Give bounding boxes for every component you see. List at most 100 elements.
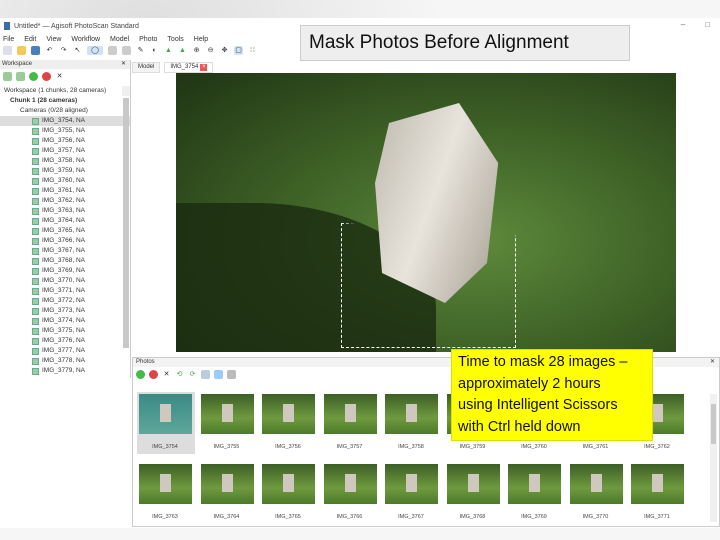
photo-thumbnail[interactable] [139, 464, 192, 504]
save-icon[interactable] [31, 46, 40, 55]
photo-thumbnail[interactable] [200, 464, 254, 504]
rotate-right-icon[interactable]: ⟳ [188, 370, 197, 379]
photo-viewport[interactable] [176, 73, 676, 352]
tab-model[interactable]: Model [132, 62, 161, 73]
menu-model[interactable]: Model [110, 36, 129, 43]
camera-label: IMG_3754, NA [42, 117, 85, 124]
redo-icon[interactable]: ↷ [59, 46, 68, 55]
brush-icon[interactable]: ✎ [136, 46, 145, 55]
camera-item[interactable]: IMG_3768, NA [0, 256, 130, 266]
photos-scrollbar[interactable] [710, 394, 717, 522]
close-icon[interactable]: ✕ [710, 358, 715, 367]
photo-thumbnail[interactable] [631, 464, 684, 504]
rotate-left-icon[interactable]: ⟲ [175, 370, 184, 379]
add-selection-icon[interactable] [108, 46, 117, 55]
enable-icon[interactable] [136, 370, 145, 379]
camera-item[interactable]: IMG_3767, NA [0, 246, 130, 256]
zoom-in-icon[interactable]: ⊕ [192, 46, 201, 55]
camera-label: IMG_3779, NA [42, 367, 85, 374]
photo-thumbnail[interactable] [262, 464, 315, 504]
photo-thumbnail[interactable] [323, 394, 377, 434]
camera-item[interactable]: IMG_3773, NA [0, 306, 130, 316]
photo-label: IMG_3763 [152, 514, 178, 520]
disable-icon[interactable] [42, 72, 51, 81]
camera-item[interactable]: IMG_3774, NA [0, 316, 130, 326]
close-icon[interactable]: ✕ [121, 60, 126, 69]
maximize-button[interactable]: □ [705, 20, 710, 29]
camera-item[interactable]: IMG_3755, NA [0, 126, 130, 136]
camera-item[interactable]: IMG_3761, NA [0, 186, 130, 196]
mask-icon[interactable] [201, 370, 210, 379]
new-icon[interactable] [3, 46, 12, 55]
camera-item[interactable]: IMG_3760, NA [0, 176, 130, 186]
camera-item[interactable]: IMG_3754, NA [0, 116, 130, 126]
camera-item[interactable]: IMG_3764, NA [0, 216, 130, 226]
next-icon[interactable]: ▲ [178, 46, 187, 55]
menu-file[interactable]: File [3, 36, 14, 43]
minimize-button[interactable]: – [681, 20, 685, 29]
camera-label: IMG_3775, NA [42, 327, 85, 334]
camera-item[interactable]: IMG_3763, NA [0, 206, 130, 216]
tree-scrollbar[interactable] [122, 86, 130, 348]
camera-item[interactable]: IMG_3757, NA [0, 146, 130, 156]
photo-thumbnail[interactable] [139, 394, 192, 434]
subtract-selection-icon[interactable] [122, 46, 131, 55]
menu-edit[interactable]: Edit [24, 36, 36, 43]
photo-thumbnail[interactable] [385, 394, 438, 434]
photo-thumbnail[interactable] [569, 464, 623, 504]
remove-icon[interactable]: ✕ [162, 370, 171, 379]
photo-thumbnail[interactable] [323, 464, 377, 504]
photo-label: IMG_3754 [152, 444, 178, 450]
add-photos-icon[interactable] [16, 72, 25, 81]
camera-item[interactable]: IMG_3776, NA [0, 336, 130, 346]
grid-icon[interactable]: ∷ [248, 46, 257, 55]
photo-thumbnail[interactable] [200, 394, 254, 434]
add-chunk-icon[interactable] [3, 72, 12, 81]
camera-item[interactable]: IMG_3771, NA [0, 286, 130, 296]
tree-root[interactable]: Workspace (1 chunks, 28 cameras) [0, 86, 130, 96]
camera-item[interactable]: IMG_3756, NA [0, 136, 130, 146]
camera-label: IMG_3762, NA [42, 197, 85, 204]
view-icon[interactable] [214, 370, 223, 379]
camera-item[interactable]: IMG_3765, NA [0, 226, 130, 236]
camera-item[interactable]: IMG_3772, NA [0, 296, 130, 306]
photo-thumbnail[interactable] [262, 394, 315, 434]
tree-chunk[interactable]: Chunk 1 (28 cameras) [0, 96, 130, 106]
camera-item[interactable]: IMG_3777, NA [0, 346, 130, 356]
prev-icon[interactable]: ▲ [164, 46, 173, 55]
camera-item[interactable]: IMG_3766, NA [0, 236, 130, 246]
workspace-panel: Workspace ✕ ✕ Workspace (1 chunks, 28 cam… [0, 60, 131, 378]
camera-item[interactable]: IMG_3759, NA [0, 166, 130, 176]
lasso-icon[interactable]: ◯ [87, 46, 103, 55]
menu-help[interactable]: Help [194, 36, 208, 43]
view-icon[interactable]: ▢ [234, 46, 243, 55]
camera-item[interactable]: IMG_3770, NA [0, 276, 130, 286]
open-icon[interactable] [17, 46, 26, 55]
camera-item[interactable]: IMG_3762, NA [0, 196, 130, 206]
menu-view[interactable]: View [46, 36, 61, 43]
enable-icon[interactable] [29, 72, 38, 81]
camera-item[interactable]: IMG_3769, NA [0, 266, 130, 276]
close-tab-icon[interactable]: × [200, 64, 208, 71]
zoom-out-icon[interactable]: ⊖ [206, 46, 215, 55]
menu-workflow[interactable]: Workflow [71, 36, 100, 43]
remove-icon[interactable]: ✕ [55, 72, 64, 81]
menu-photo[interactable]: Photo [139, 36, 157, 43]
select-icon[interactable]: ↖ [73, 46, 82, 55]
camera-item[interactable]: IMG_3775, NA [0, 326, 130, 336]
camera-icon [32, 337, 39, 345]
camera-item[interactable]: IMG_3778, NA [0, 356, 130, 366]
photo-thumbnail[interactable] [385, 464, 438, 504]
camera-item[interactable]: IMG_3779, NA [0, 366, 130, 376]
move-icon[interactable]: ✥ [220, 46, 229, 55]
disable-icon[interactable] [149, 370, 158, 379]
undo-icon[interactable]: ↶ [45, 46, 54, 55]
photo-thumbnail[interactable] [446, 464, 500, 504]
photo-thumbnail[interactable] [508, 464, 561, 504]
tree-cameras[interactable]: Cameras (0/28 aligned) [0, 106, 130, 116]
tab-photo[interactable]: IMG_3754 × [164, 62, 214, 73]
rotate-icon[interactable]: ◐ [150, 46, 159, 55]
menu-tools[interactable]: Tools [167, 36, 183, 43]
camera-item[interactable]: IMG_3758, NA [0, 156, 130, 166]
details-icon[interactable] [227, 370, 236, 379]
